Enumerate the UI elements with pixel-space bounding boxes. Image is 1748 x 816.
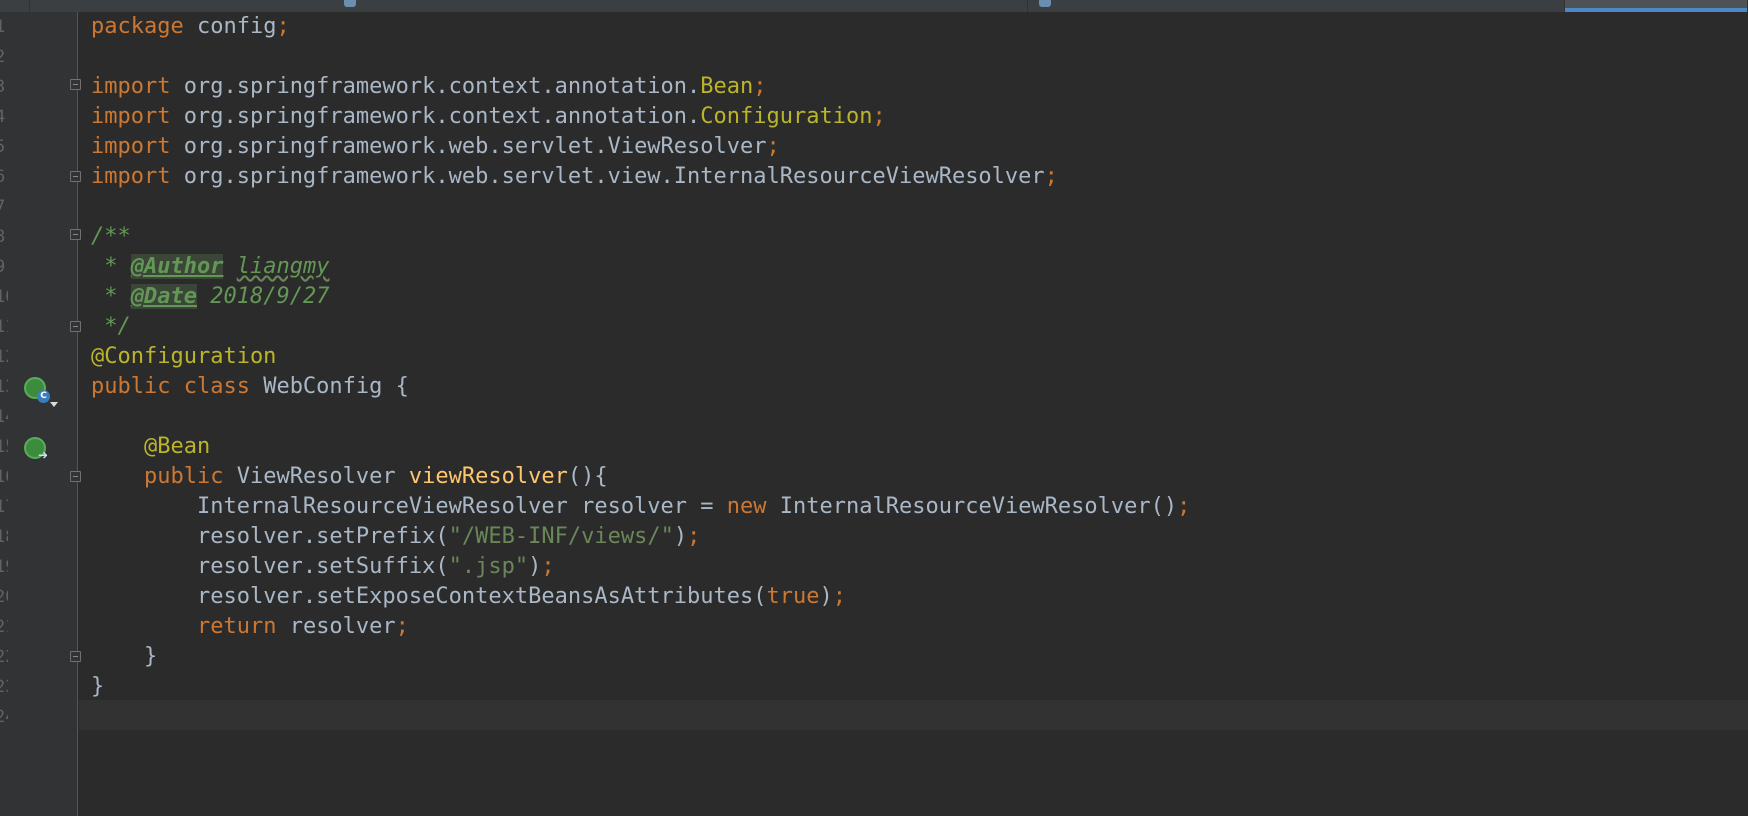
line-number: 12 (0, 347, 8, 367)
code-line-24[interactable]: 24 (0, 702, 1748, 732)
line-number: 16 (0, 467, 8, 487)
code-text[interactable]: /** (91, 222, 131, 252)
code-line-4[interactable]: 4 import org.springframework.context.ann… (0, 102, 1748, 132)
code-text[interactable]: import org.springframework.context.annot… (91, 72, 767, 102)
code-line-10[interactable]: 10 * @Date 2018/9/27 (0, 282, 1748, 312)
java-file-icon (1039, 0, 1051, 7)
code-line-22[interactable]: 22 } (0, 642, 1748, 672)
fold-marker-icon[interactable] (70, 79, 81, 90)
code-line-12[interactable]: 12 @Configuration (0, 342, 1748, 372)
editor-tab-bar (0, 0, 1748, 12)
line-number: 1 (0, 17, 6, 37)
code-text[interactable]: resolver.setSuffix(".jsp"); (91, 552, 555, 582)
code-line-23[interactable]: 23 } (0, 672, 1748, 702)
line-number: 5 (0, 137, 6, 157)
line-number: 17 (0, 497, 8, 517)
line-number: 21 (0, 617, 8, 637)
line-number: 14 (0, 407, 8, 427)
code-text[interactable]: */ (91, 312, 131, 342)
code-text[interactable]: } (91, 642, 157, 672)
code-line-14[interactable]: 14 (0, 402, 1748, 432)
code-text[interactable]: resolver.setExposeContextBeansAsAttribut… (91, 582, 846, 612)
code-line-5[interactable]: 5 import org.springframework.web.servlet… (0, 132, 1748, 162)
code-text[interactable]: import org.springframework.web.servlet.v… (91, 162, 1058, 192)
line-number: 11 (0, 317, 8, 337)
line-number: 10 (0, 287, 8, 307)
code-text[interactable]: * @Date 2018/9/27 (91, 282, 329, 312)
line-number: 15 (0, 437, 8, 457)
code-text[interactable]: public ViewResolver viewResolver(){ (91, 462, 608, 492)
line-number: 6 (0, 167, 6, 187)
editor-tab-2[interactable] (340, 0, 1028, 12)
code-line-21[interactable]: 21 return resolver; (0, 612, 1748, 642)
code-text[interactable]: return resolver; (91, 612, 409, 642)
code-line-11[interactable]: 11 */ (0, 312, 1748, 342)
code-line-7[interactable]: 7 (0, 192, 1748, 222)
code-text[interactable]: * @Author liangmy (91, 252, 329, 282)
line-number: 3 (0, 77, 6, 97)
line-number: 18 (0, 527, 8, 547)
editor-tab-1[interactable] (0, 0, 30, 12)
fold-end-icon[interactable] (70, 171, 81, 182)
line-number: 2 (0, 47, 6, 67)
line-number: 23 (0, 677, 8, 697)
code-line-13[interactable]: 13 public class WebConfig { (0, 372, 1748, 402)
code-line-18[interactable]: 18 resolver.setPrefix("/WEB-INF/views/")… (0, 522, 1748, 552)
line-number: 8 (0, 227, 6, 247)
line-number: 24 (0, 707, 8, 727)
code-line-1[interactable]: 1 package config; (0, 12, 1748, 42)
spring-bean-class-icon[interactable]: C (24, 377, 58, 407)
line-number: 20 (0, 587, 8, 607)
code-text[interactable]: public class WebConfig { (91, 372, 409, 402)
line-number: 13 (0, 377, 8, 397)
spring-bean-method-icon[interactable]: ➜ (24, 437, 48, 461)
editor-tab-3[interactable] (1035, 0, 1565, 12)
line-number: 4 (0, 107, 6, 127)
code-line-9[interactable]: 9 * @Author liangmy (0, 252, 1748, 282)
fold-end-icon[interactable] (70, 321, 81, 332)
code-line-19[interactable]: 19 resolver.setSuffix(".jsp"); (0, 552, 1748, 582)
code-text[interactable]: import org.springframework.context.annot… (91, 102, 886, 132)
code-line-2[interactable]: 2 (0, 42, 1748, 72)
code-text[interactable]: @Bean (91, 432, 210, 462)
code-line-3[interactable]: 3 import org.springframework.context.ann… (0, 72, 1748, 102)
code-text[interactable]: package config; (91, 12, 290, 42)
code-line-16[interactable]: 16 public ViewResolver viewResolver(){ (0, 462, 1748, 492)
code-text[interactable]: InternalResourceViewResolver resolver = … (91, 492, 1190, 522)
java-file-icon (344, 0, 356, 7)
editor-tab-active[interactable] (1565, 0, 1748, 12)
fold-marker-icon[interactable] (70, 229, 81, 240)
fold-end-icon[interactable] (70, 651, 81, 662)
code-text[interactable]: import org.springframework.web.servlet.V… (91, 132, 780, 162)
code-line-6[interactable]: 6 import org.springframework.web.servlet… (0, 162, 1748, 192)
line-number: 19 (0, 557, 8, 577)
line-number: 22 (0, 647, 8, 667)
code-line-8[interactable]: 8 /** (0, 222, 1748, 252)
line-number: 9 (0, 257, 6, 277)
line-number: 7 (0, 197, 6, 217)
code-text[interactable]: @Configuration (91, 342, 276, 372)
code-line-15[interactable]: 15 @Bean (0, 432, 1748, 462)
code-editor: 1 package config; 2 3 import org.springf… (0, 0, 1748, 816)
navigate-arrow-icon: ➜ (38, 448, 49, 462)
fold-marker-icon[interactable] (70, 471, 81, 482)
code-text[interactable]: resolver.setPrefix("/WEB-INF/views/"); (91, 522, 700, 552)
code-line-17[interactable]: 17 InternalResourceViewResolver resolver… (0, 492, 1748, 522)
code-text[interactable]: } (91, 672, 104, 702)
code-line-20[interactable]: 20 resolver.setExposeContextBeansAsAttri… (0, 582, 1748, 612)
